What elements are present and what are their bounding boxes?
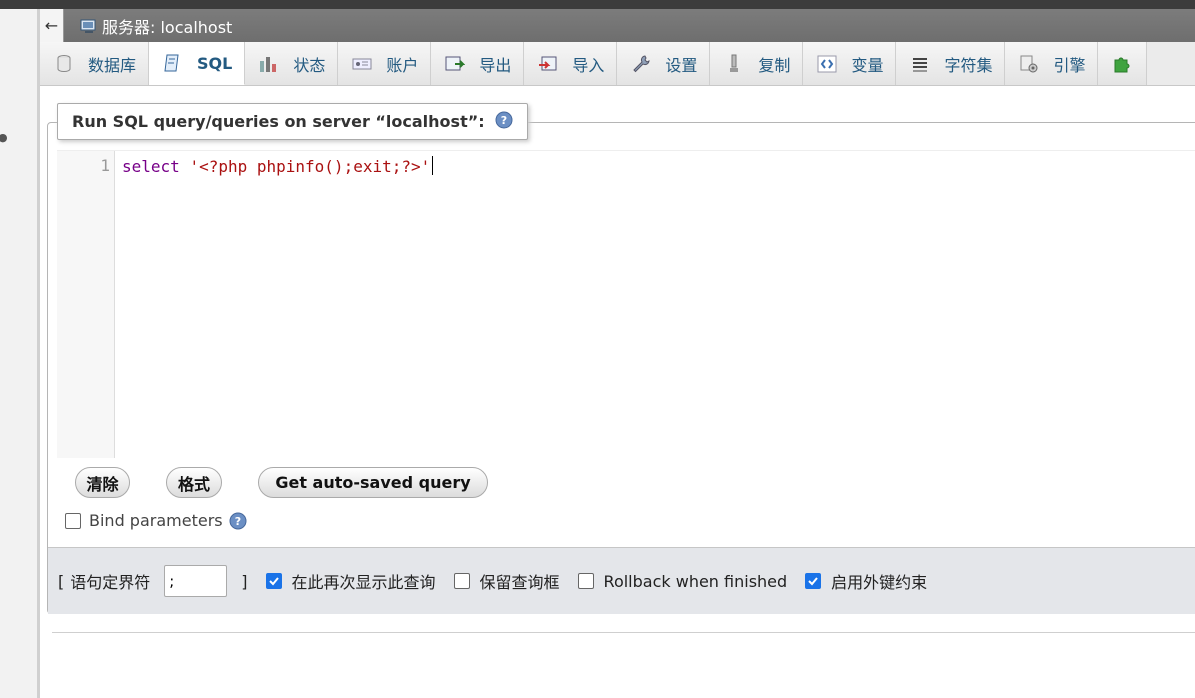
show-query-again-option[interactable]: 在此再次显示此查询	[265, 569, 436, 593]
divider	[52, 632, 1195, 633]
tab-engines[interactable]: 引擎	[1005, 42, 1099, 85]
sql-editor[interactable]: 1 select '<?php phpinfo();exit;?>'	[57, 150, 1195, 458]
tab-status[interactable]: 状态	[245, 42, 339, 85]
retain-query-box-label: 保留查询框	[479, 573, 560, 592]
tab-sql[interactable]: SQL	[149, 42, 246, 85]
import-icon	[538, 54, 558, 74]
line-number-gutter: 1	[57, 151, 115, 458]
format-button[interactable]: 格式	[166, 467, 222, 498]
rollback-option[interactable]: Rollback when finished	[577, 571, 788, 591]
svg-text:?: ?	[500, 114, 506, 127]
delimiter-open-bracket: [	[58, 571, 65, 591]
tab-settings[interactable]: 设置	[617, 42, 711, 85]
sql-string: '<?php phpinfo();exit;?>'	[189, 157, 431, 176]
top-strip	[0, 0, 1195, 9]
bind-parameters-label: Bind parameters	[89, 511, 223, 530]
clear-button[interactable]: 清除	[75, 467, 130, 498]
server-icon	[80, 19, 98, 33]
export-icon	[445, 54, 466, 74]
foreign-key-checks-option[interactable]: 启用外键约束	[805, 569, 927, 593]
query-options-row: [ 语句定界符 ] 在此再次显示此查询 保留查询框 Rollback when …	[58, 565, 927, 597]
help-icon[interactable]: ?	[495, 111, 513, 133]
tab-import[interactable]: 导入	[524, 42, 618, 85]
sql-code-line[interactable]: select '<?php phpinfo();exit;?>'	[122, 156, 434, 176]
line-number: 1	[100, 156, 110, 175]
text-cursor	[432, 156, 434, 175]
tab-databases[interactable]: 数据库	[40, 42, 150, 85]
delimiter-label: 语句定界符	[70, 573, 151, 592]
tab-variables[interactable]: 变量	[803, 42, 897, 85]
tab-replication[interactable]: 复制	[710, 42, 804, 85]
query-options-bar: [ 语句定界符 ] 在此再次显示此查询 保留查询框 Rollback when …	[48, 547, 1195, 614]
svg-text:?: ?	[234, 515, 240, 528]
checkmark-icon	[268, 577, 279, 586]
settings-wrench-icon	[631, 54, 651, 74]
navigation-panel-edge: ●	[0, 9, 37, 698]
rollback-label: Rollback when finished	[603, 571, 788, 591]
main-menu-tabs: 数据库 SQL 状态 账户 导出 导入 设置 复制 变量 字符集 引擎	[40, 42, 1195, 86]
tab-accounts[interactable]: 账户	[338, 42, 432, 85]
sql-keyword: select	[122, 157, 180, 176]
bind-parameters-row: Bind parameters ?	[65, 511, 247, 530]
bind-parameters-checkbox[interactable]	[65, 512, 81, 529]
delimiter-input[interactable]	[164, 565, 228, 597]
rollback-checkbox[interactable]	[577, 573, 594, 589]
variables-icon	[817, 54, 837, 74]
show-query-again-checkbox[interactable]	[265, 573, 282, 589]
foreign-key-checks-label: 启用外键约束	[831, 573, 928, 592]
get-auto-saved-query-button[interactable]: Get auto-saved query	[258, 467, 488, 498]
engines-icon	[1019, 54, 1039, 74]
foreign-key-checks-checkbox[interactable]	[805, 573, 822, 589]
navigation-resizer[interactable]	[37, 9, 40, 698]
tab-plugins[interactable]	[1098, 42, 1148, 85]
server-link[interactable]: 服务器: localhost	[102, 14, 232, 38]
retain-query-box-option[interactable]: 保留查询框	[453, 569, 560, 593]
puzzle-plugin-icon	[1112, 54, 1132, 74]
back-arrow-button[interactable]: ←	[40, 9, 64, 42]
show-query-again-label: 在此再次显示此查询	[291, 573, 436, 592]
retain-query-box-checkbox[interactable]	[453, 573, 470, 589]
help-icon[interactable]: ?	[229, 512, 247, 530]
sql-icon	[163, 53, 183, 73]
replication-icon	[724, 54, 744, 74]
checkmark-icon	[808, 577, 818, 586]
database-icon	[54, 54, 74, 74]
collapse-handle-icon[interactable]: ●	[0, 131, 8, 144]
status-icon	[259, 54, 279, 74]
server-breadcrumb-bar: ← 服务器: localhost	[40, 9, 1195, 42]
query-legend: Run SQL query/queries on server “localho…	[57, 103, 528, 140]
accounts-icon	[352, 54, 372, 74]
tab-charsets[interactable]: 字符集	[896, 42, 1006, 85]
tab-export[interactable]: 导出	[431, 42, 525, 85]
charset-icon	[910, 54, 930, 74]
delimiter-close-bracket: ]	[241, 571, 248, 591]
